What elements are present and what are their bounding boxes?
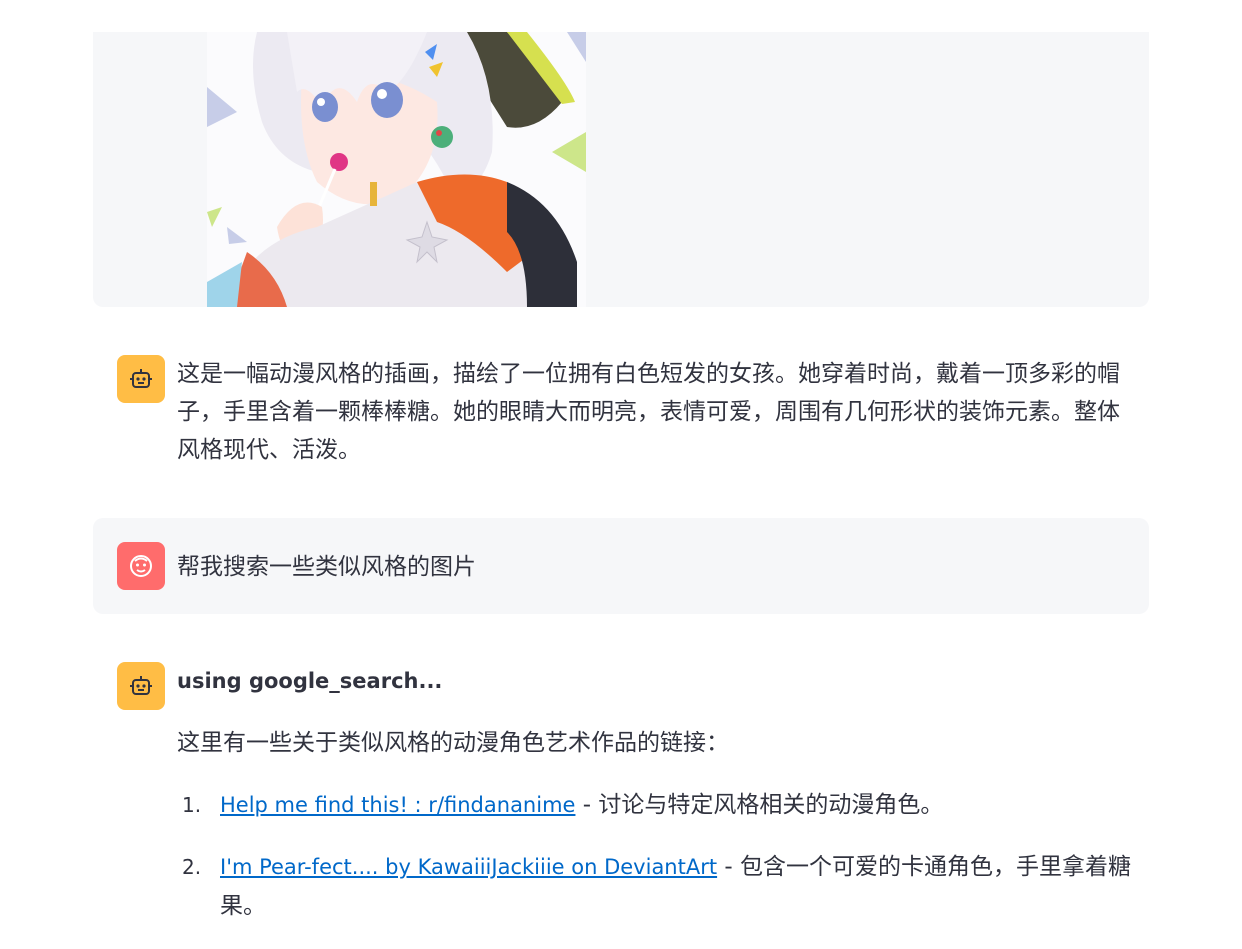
assistant-avatar bbox=[117, 662, 165, 710]
result-link[interactable]: Help me find this! : r/findananime bbox=[220, 793, 575, 817]
user-image-message bbox=[93, 32, 1149, 307]
results-intro: 这里有一些关于类似风格的动漫角色艺术作品的链接： bbox=[177, 730, 729, 756]
anime-girl-image bbox=[207, 32, 586, 307]
list-item: 1. Help me find this! : r/findananime - … bbox=[177, 786, 1137, 825]
robot-face-icon bbox=[130, 676, 152, 695]
result-link[interactable]: I'm Pear-fect.... by KawaiiiJackiiie on … bbox=[220, 855, 717, 879]
result-description: - 讨论与特定风格相关的动漫角色。 bbox=[575, 792, 944, 818]
user-avatar bbox=[117, 542, 165, 590]
list-number: 1. bbox=[182, 793, 202, 817]
list-number: 2. bbox=[182, 855, 202, 879]
smiley-face-icon bbox=[130, 555, 152, 577]
assistant-avatar bbox=[117, 355, 165, 403]
assistant-image-description: 这是一幅动漫风格的插画，描绘了一位拥有白色短发的女孩。她穿着时尚，戴着一顶多彩的… bbox=[177, 361, 1120, 463]
tool-status-text: using google_search... bbox=[177, 669, 443, 693]
user-request-text: 帮我搜索一些类似风格的图片 bbox=[177, 554, 476, 580]
list-item: 2. I'm Pear-fect.... by KawaiiiJackiiie … bbox=[177, 848, 1137, 926]
robot-face-icon bbox=[130, 369, 152, 388]
search-results-list: 1. Help me find this! : r/findananime - … bbox=[177, 786, 1137, 949]
